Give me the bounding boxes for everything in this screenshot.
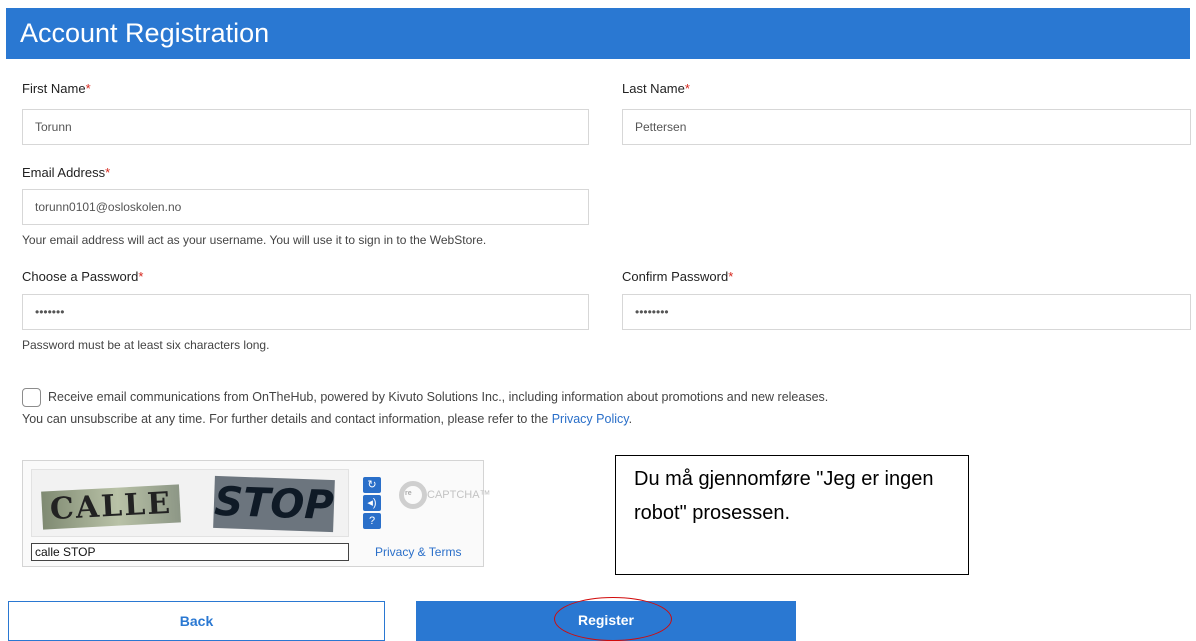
required-marker: * [85,81,91,96]
help-icon[interactable]: ? [363,513,381,529]
refresh-icon[interactable]: ↻ [363,477,381,493]
page-title: Account Registration [20,18,270,48]
captcha-input[interactable]: calle STOP [31,543,349,561]
captcha-privacy-terms-link[interactable]: Privacy & Terms [375,545,461,559]
last-name-label: Last Name* [622,81,690,96]
last-name-field[interactable]: Pettersen [622,109,1191,145]
captcha-widget: CALLE STOP ↻ ◂) ? re CAPTCHA™ calle STOP… [22,460,491,567]
consent-unsubscribe-text: You can unsubscribe at any time. For fur… [22,412,633,426]
first-name-label: First Name* [22,81,91,96]
email-hint: Your email address will act as your user… [22,233,487,247]
password-label: Choose a Password* [22,269,144,284]
required-marker: * [138,269,144,284]
required-marker: * [728,269,734,284]
back-button[interactable]: Back [8,601,385,641]
page-header: Account Registration [6,8,1190,59]
email-field[interactable]: torunn0101@osloskolen.no [22,189,589,225]
password-hint: Password must be at least six characters… [22,338,270,352]
email-label: Email Address* [22,165,111,180]
confirm-password-label: Confirm Password* [622,269,734,284]
password-field[interactable]: ••••••• [22,294,589,330]
required-marker: * [684,81,690,96]
required-marker: * [105,165,111,180]
consent-text: Receive email communications from OnTheH… [48,390,829,404]
privacy-policy-link[interactable]: Privacy Policy [552,412,629,426]
annotation-note: Du må gjennomføre "Jeg er ingen robot" p… [615,455,969,575]
email-consent-checkbox[interactable] [22,388,41,407]
audio-icon[interactable]: ◂) [363,495,381,511]
captcha-image: CALLE STOP [31,469,349,537]
captcha-word-2: STOP [213,475,335,533]
confirm-password-field[interactable]: •••••••• [622,294,1191,330]
first-name-field[interactable]: Torunn [22,109,589,145]
captcha-word-1: CALLE [41,484,181,530]
recaptcha-logo: re CAPTCHA™ [399,481,491,521]
register-button[interactable]: Register [416,601,796,641]
